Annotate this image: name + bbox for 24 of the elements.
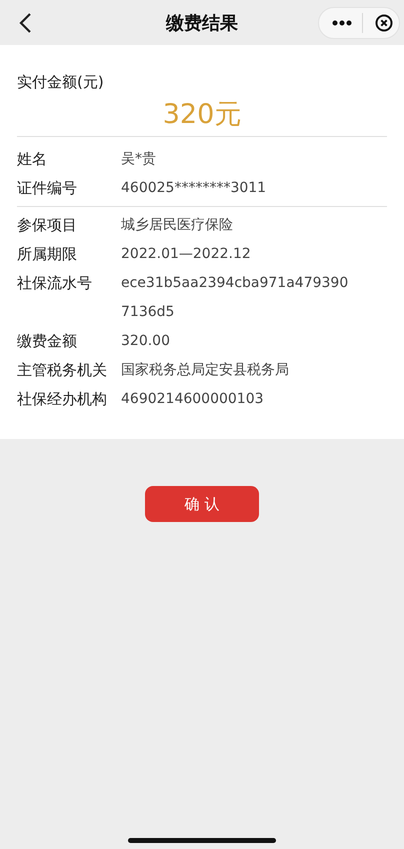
field-label: 缴费金额 xyxy=(17,331,78,352)
field-label: 姓名 xyxy=(17,149,48,170)
back-icon[interactable] xyxy=(18,12,32,34)
close-icon[interactable] xyxy=(375,14,393,32)
more-icon[interactable] xyxy=(332,20,352,26)
field-label: 参保项目 xyxy=(17,215,78,236)
field-value: 吴*贵 xyxy=(121,150,156,169)
field-label: 证件编号 xyxy=(17,178,78,199)
confirm-button[interactable]: 确 认 xyxy=(145,486,259,522)
field-value: 城乡居民医疗保险 xyxy=(121,216,233,235)
amount-label: 实付金额(元) xyxy=(17,73,105,92)
field-value: 460025********3011 xyxy=(121,179,266,198)
field-value: 国家税务总局定安县税务局 xyxy=(121,361,289,380)
page-title: 缴费结果 xyxy=(166,12,238,34)
field-label: 社保经办机构 xyxy=(17,389,108,410)
field-value: 2022.01—2022.12 xyxy=(121,245,251,264)
field-label: 所属期限 xyxy=(17,244,78,265)
amount-value: 320元 xyxy=(17,96,387,137)
field-label: 主管税务机关 xyxy=(17,360,108,381)
field-value: 320.00 xyxy=(121,332,170,351)
field-value: ece31b5aa2394cba971a479390 xyxy=(121,274,348,293)
field-label: 社保流水号 xyxy=(17,273,93,294)
field-value: 4690214600000103 xyxy=(121,390,264,409)
field-value: 7136d5 xyxy=(121,303,176,322)
